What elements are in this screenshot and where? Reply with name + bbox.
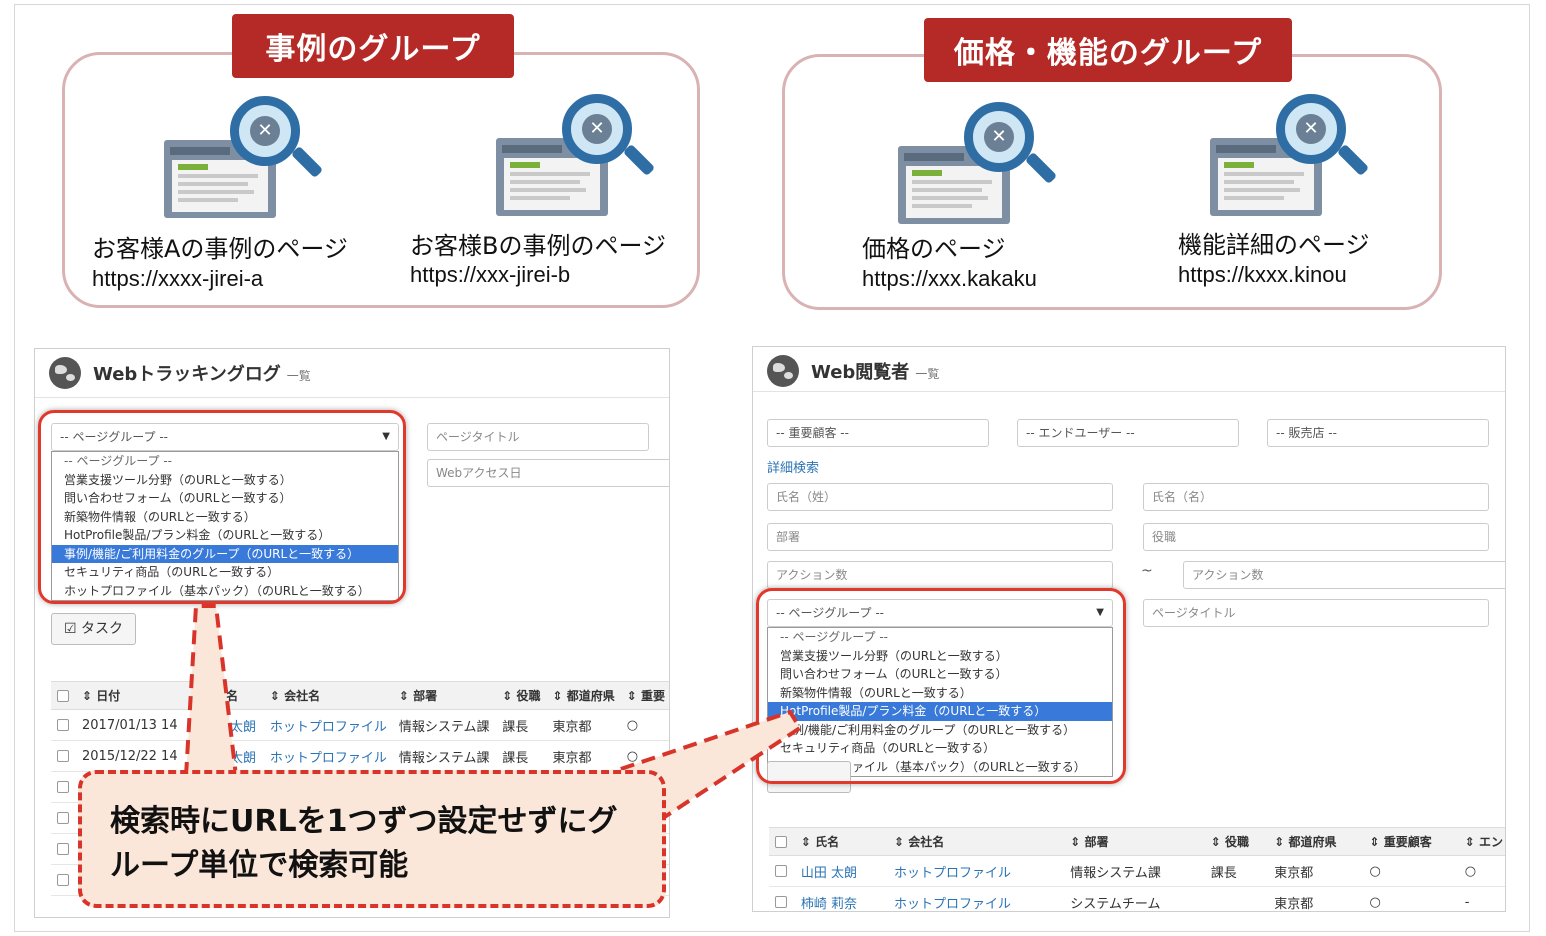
- callout-text: 検索時にURLを1つずつ設定せずにグ ループ単位で検索可能: [110, 804, 618, 883]
- callout-box: 検索時にURLを1つずつ設定せずにグ ループ単位で検索可能: [78, 770, 666, 908]
